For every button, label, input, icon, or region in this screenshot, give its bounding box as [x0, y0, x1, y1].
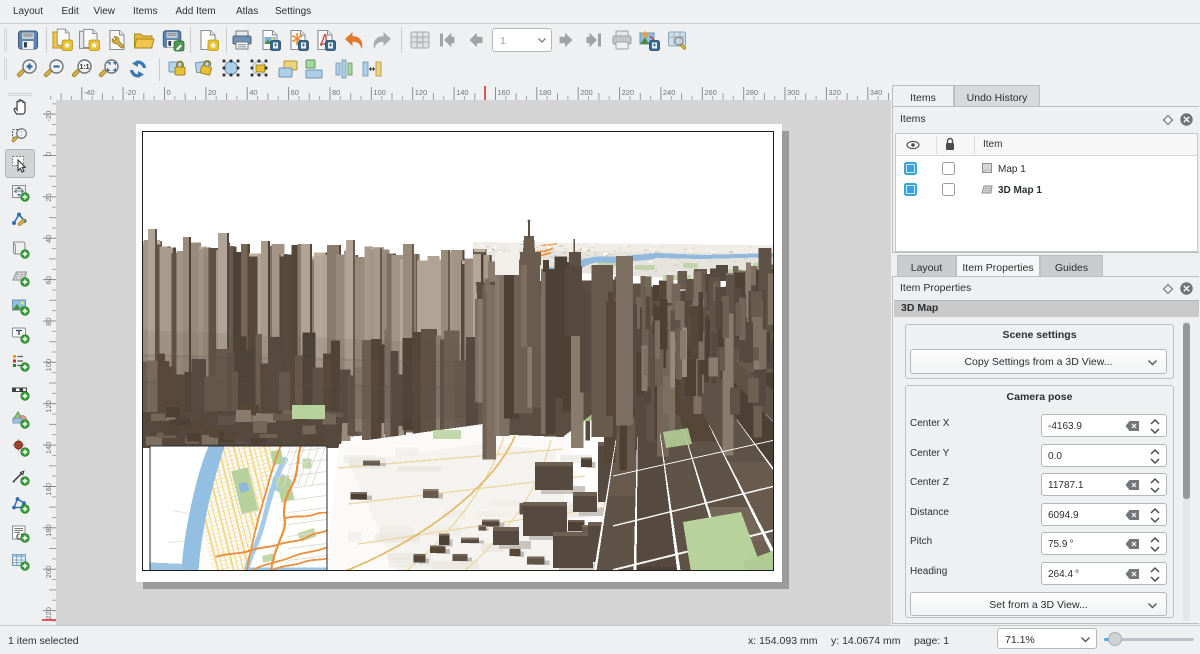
svg-text:140: 140	[456, 88, 469, 97]
svg-text:320: 320	[828, 88, 841, 97]
svg-text:100: 100	[44, 359, 53, 372]
svg-text:1:1: 1:1	[79, 64, 89, 71]
svg-text:220: 220	[622, 88, 635, 97]
svg-text:0: 0	[167, 88, 171, 97]
svg-text:60: 60	[44, 276, 53, 284]
svg-text:0: 0	[44, 152, 53, 156]
svg-text:40: 40	[249, 88, 257, 97]
svg-text:20: 20	[208, 88, 216, 97]
svg-text:60: 60	[291, 88, 299, 97]
svg-text:160: 160	[498, 88, 511, 97]
svg-text:100: 100	[373, 88, 386, 97]
svg-text:200: 200	[580, 88, 593, 97]
svg-text:-20: -20	[44, 111, 53, 122]
svg-text:240: 240	[663, 88, 676, 97]
svg-text:-40: -40	[84, 88, 95, 97]
svg-text:200: 200	[44, 566, 53, 579]
svg-text:-20: -20	[125, 88, 136, 97]
svg-text:120: 120	[415, 88, 428, 97]
svg-text:160: 160	[44, 483, 53, 496]
svg-text:80: 80	[332, 88, 340, 97]
svg-text:20: 20	[44, 193, 53, 201]
svg-text:40: 40	[44, 235, 53, 243]
svg-text:180: 180	[44, 524, 53, 537]
svg-text:80: 80	[44, 318, 53, 326]
svg-text:140: 140	[44, 442, 53, 455]
svg-text:260: 260	[704, 88, 717, 97]
svg-text:120: 120	[44, 400, 53, 413]
svg-text:340: 340	[870, 88, 883, 97]
svg-text:180: 180	[539, 88, 552, 97]
svg-text:300: 300	[787, 88, 800, 97]
svg-text:220: 220	[44, 607, 53, 620]
svg-text:280: 280	[746, 88, 759, 97]
